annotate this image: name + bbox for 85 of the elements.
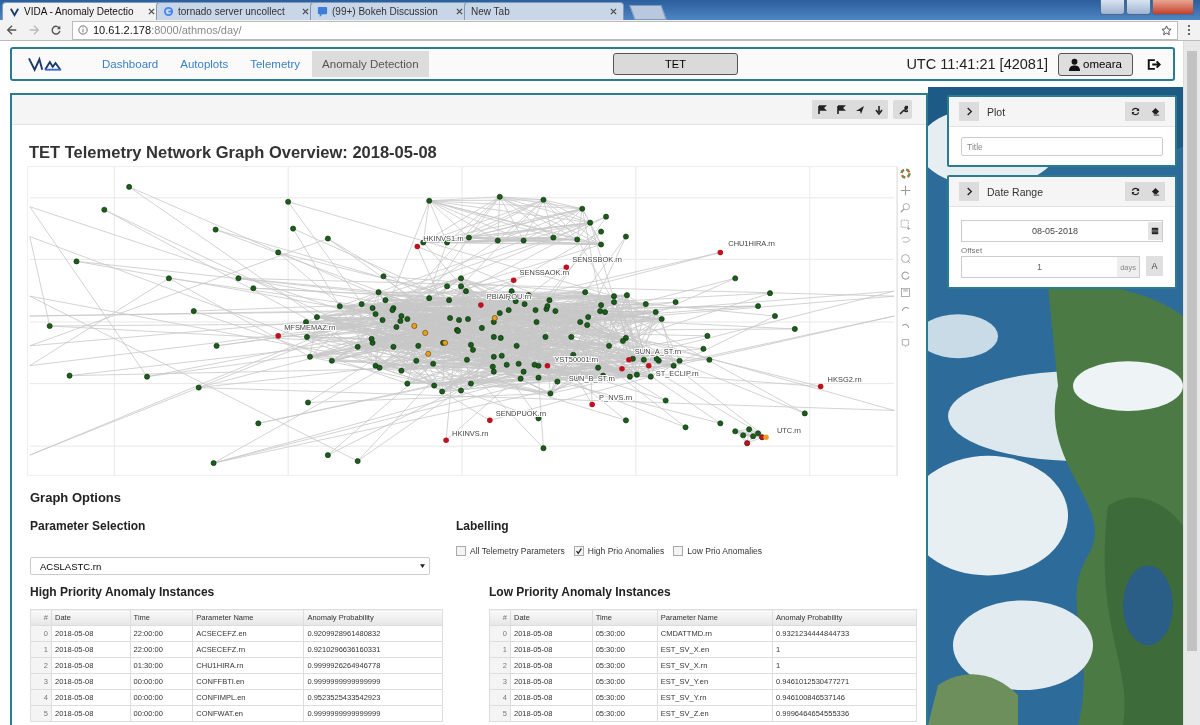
close-icon[interactable] (610, 8, 617, 15)
chevron-right-icon (964, 187, 974, 196)
close-window-button[interactable] (1152, 0, 1194, 15)
close-icon[interactable] (148, 8, 155, 15)
field-label: Offset (961, 246, 984, 255)
node[interactable] (487, 417, 493, 424)
panel-title: Plot (987, 105, 1007, 118)
star-icon[interactable] (1161, 24, 1172, 36)
graph-title: TET Telemetry Network Graph Overview: 2018-05-08 (29, 143, 438, 162)
nav-link[interactable]: Autoplots (170, 51, 239, 77)
nav-link[interactable]: Dashboard (92, 51, 169, 77)
checkbox[interactable] (456, 546, 466, 556)
node[interactable] (626, 356, 632, 363)
flag-icon (816, 104, 827, 115)
checkbox-label[interactable]: High Prio Anomalies (587, 546, 665, 556)
node[interactable] (563, 264, 570, 271)
section-heading: Graph Options (30, 490, 122, 505)
close-icon[interactable] (302, 8, 309, 15)
expand-button[interactable] (959, 102, 979, 121)
flag-icon (835, 104, 846, 115)
checkbox[interactable] (573, 546, 584, 556)
date-field[interactable]: 08-05-2018 (961, 220, 1163, 242)
eraser-icon (1150, 107, 1160, 116)
reset-icon[interactable] (900, 270, 911, 281)
v-logo-icon (9, 6, 20, 17)
g-logo-icon (163, 6, 174, 17)
refresh-icon (1130, 187, 1140, 196)
refresh-icon (1130, 107, 1140, 116)
paper-plane-icon (854, 104, 865, 115)
node[interactable] (817, 383, 824, 390)
pan-icon[interactable] (900, 185, 911, 196)
refresh-button[interactable] (1125, 182, 1145, 201)
bokeh-logo-icon[interactable] (900, 168, 911, 179)
node[interactable] (717, 249, 724, 256)
refresh-button[interactable] (1125, 102, 1145, 121)
user-icon (1069, 57, 1080, 71)
minimize-button[interactable] (1100, 0, 1125, 15)
expand-button[interactable] (959, 182, 979, 201)
table-title: Low Priority Anomaly Instances (489, 585, 672, 599)
node[interactable] (414, 243, 421, 250)
chevron-right-icon (964, 107, 974, 116)
node[interactable] (510, 277, 517, 284)
menu-icon[interactable] (1187, 24, 1191, 36)
maximize-button[interactable] (1126, 0, 1151, 15)
chat-icon (317, 6, 328, 17)
checkbox-label[interactable]: All Telemetry Parameters (470, 546, 565, 556)
caret-icon (420, 564, 425, 568)
node[interactable] (478, 302, 484, 308)
utc-clock: UTC 11:41:21 [42081] (906, 56, 1048, 72)
nav-link[interactable]: Anomaly Detection (312, 51, 429, 77)
node[interactable] (589, 401, 595, 408)
close-icon[interactable] (456, 8, 463, 15)
section-heading: Labelling (456, 519, 510, 533)
down-arrow-icon (873, 104, 884, 115)
checkbox[interactable] (673, 546, 684, 556)
node[interactable] (763, 434, 769, 441)
node[interactable] (619, 365, 625, 372)
eraser-button[interactable] (1145, 102, 1165, 121)
user-button[interactable]: omeara (1058, 52, 1133, 76)
calendar-icon[interactable] (1151, 227, 1159, 235)
node[interactable] (275, 333, 281, 339)
checkbox-label[interactable]: Low Prio Anomalies (687, 546, 762, 556)
scrollbar[interactable] (1183, 41, 1200, 725)
reload-icon[interactable] (50, 24, 62, 36)
info-icon (78, 25, 88, 35)
instrument-button[interactable]: TET (613, 53, 738, 75)
nav-link[interactable]: Telemetry (240, 51, 311, 77)
wrench-icon (897, 104, 908, 115)
settings-button[interactable] (893, 100, 912, 119)
eraser-button[interactable] (1145, 182, 1165, 201)
new-tab-button[interactable] (629, 5, 667, 20)
parameter-dropdown[interactable]: ACSLASTC.rn (30, 557, 430, 575)
back-icon[interactable] (6, 24, 18, 36)
node[interactable] (544, 362, 551, 369)
logout-icon[interactable] (1147, 57, 1161, 71)
node[interactable] (443, 437, 449, 443)
eraser-icon (1150, 187, 1160, 196)
table-title: High Priority Anomaly Instances (30, 585, 216, 599)
panel-title: Date Range (987, 185, 1045, 198)
node[interactable] (646, 362, 652, 369)
address-field[interactable]: 10.61.2.178:8000/athmos/day/ (72, 20, 1178, 40)
browser-tab[interactable]: New Tab (464, 2, 624, 20)
auto-button[interactable]: A (1146, 256, 1163, 276)
title-field[interactable]: Title (961, 137, 1163, 156)
section-heading: Parameter Selection (30, 519, 147, 533)
